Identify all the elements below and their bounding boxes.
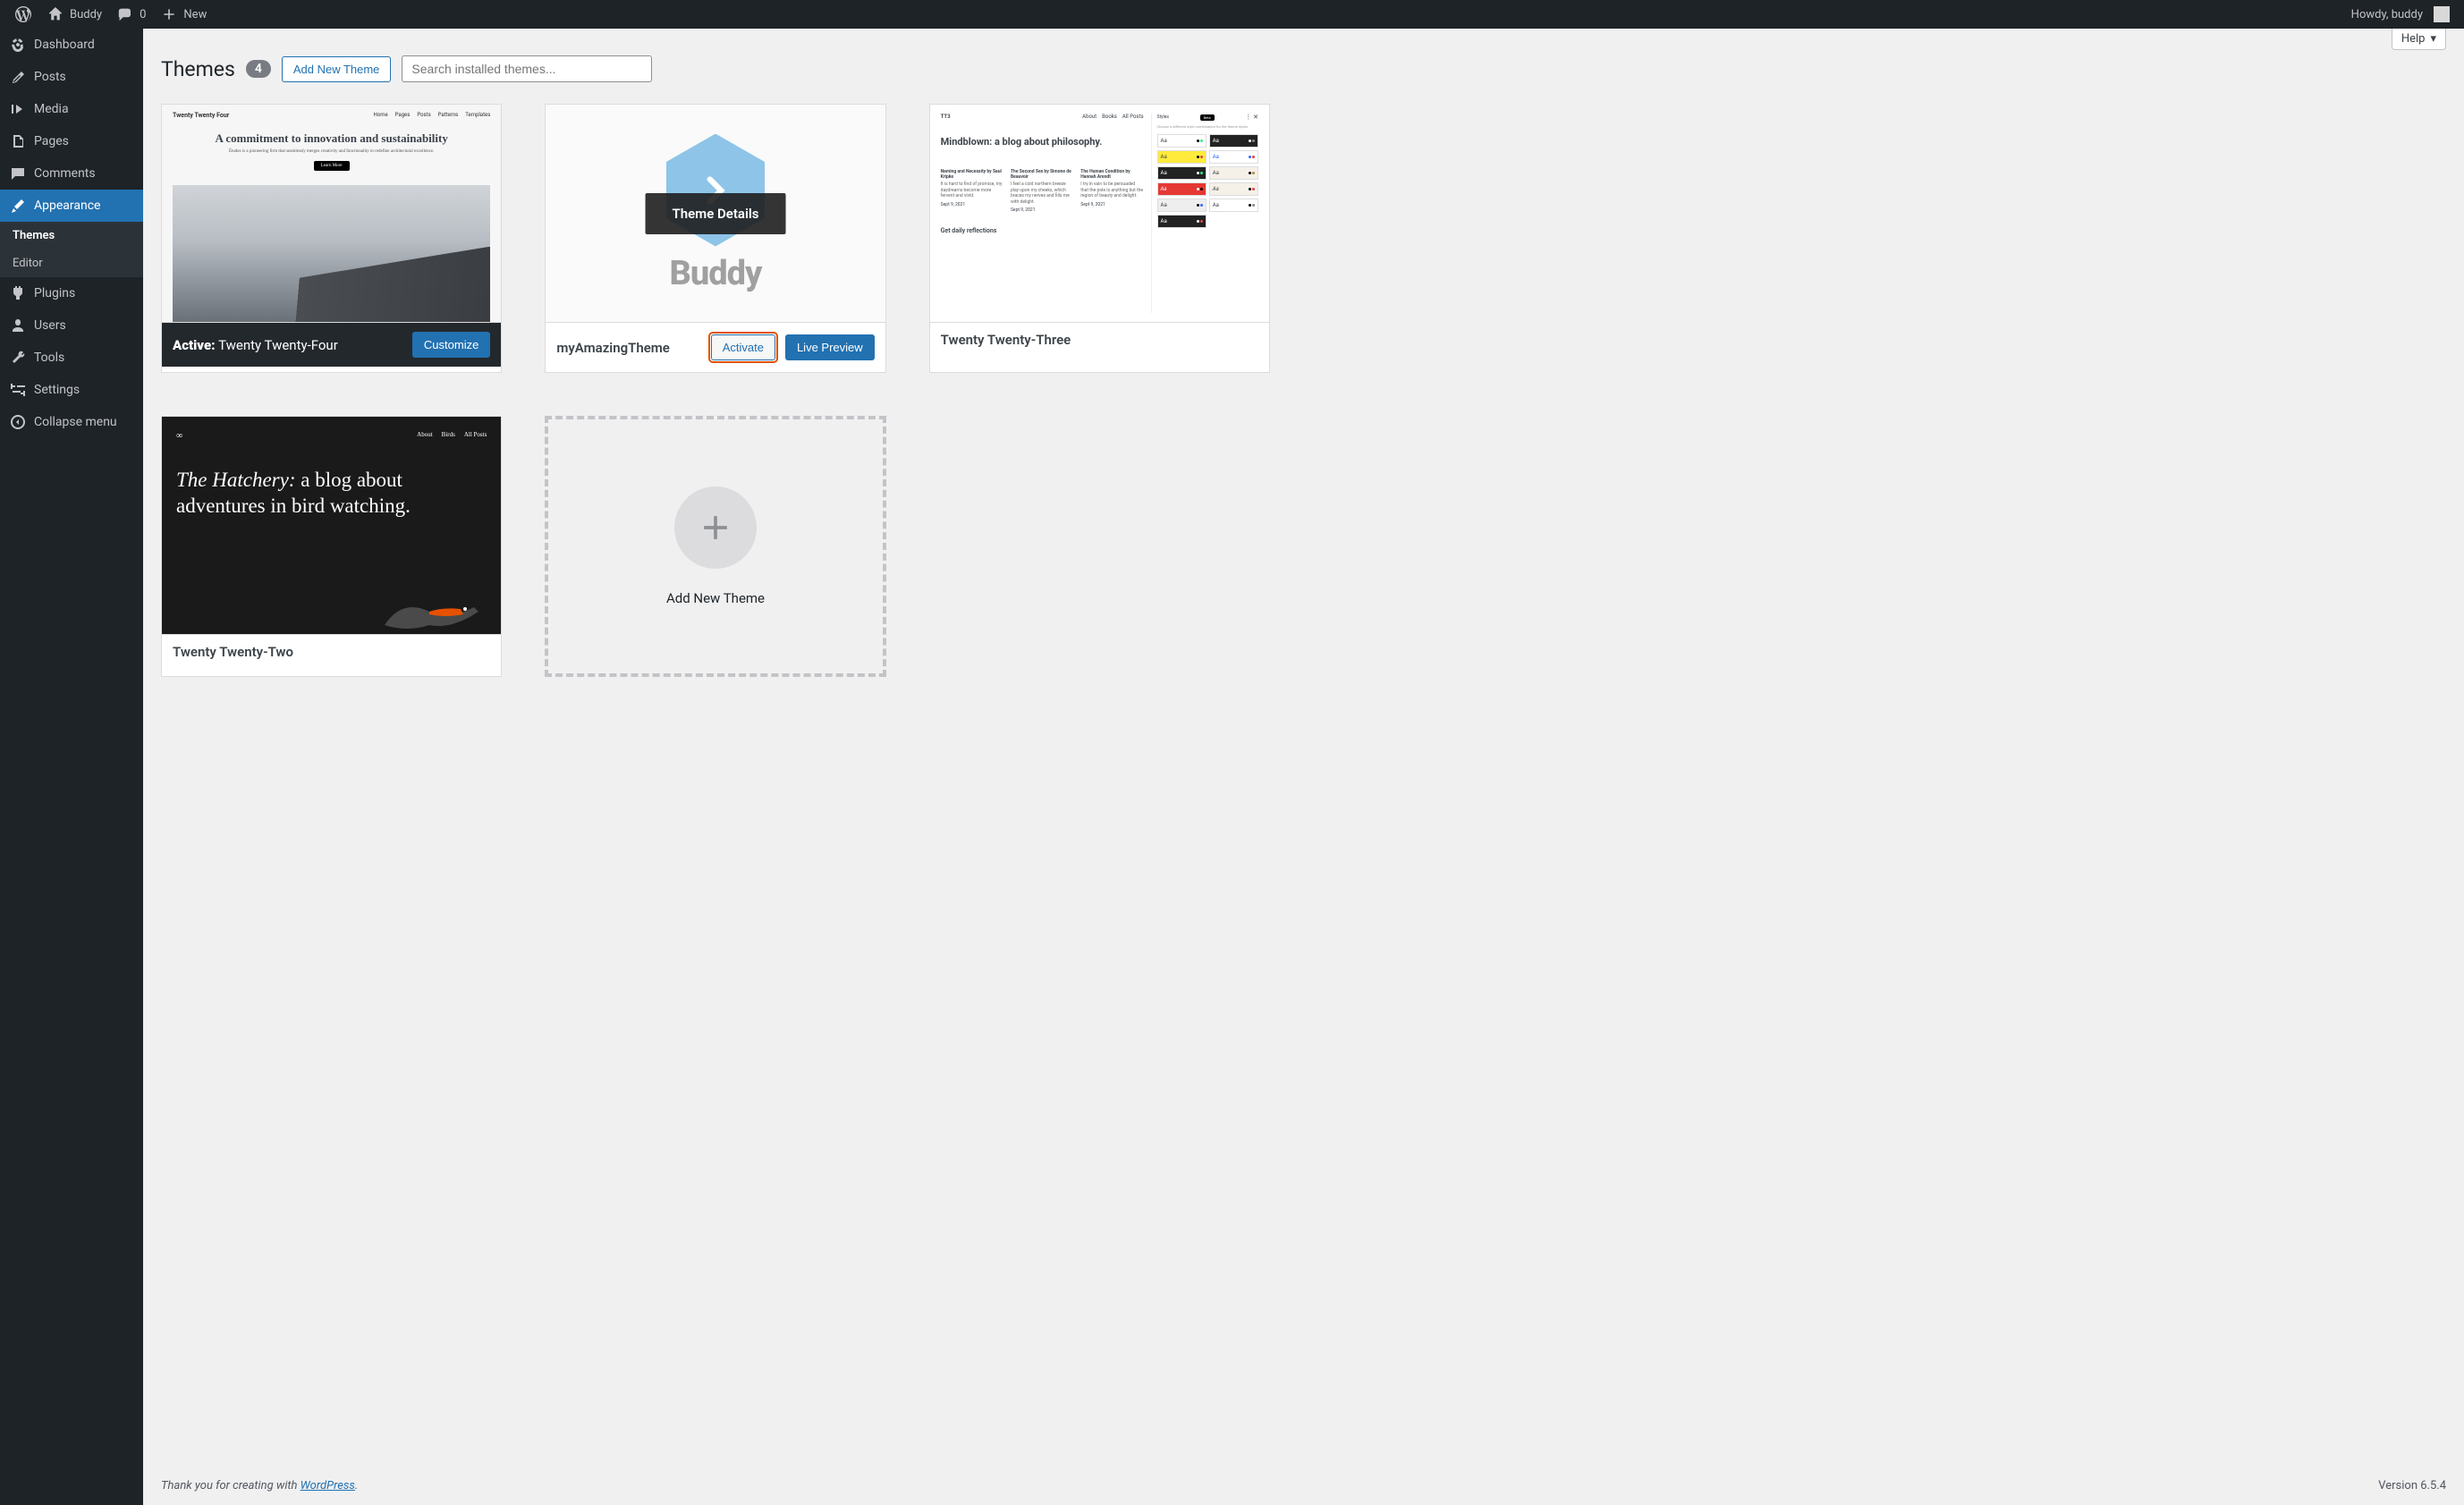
new-content-link[interactable]: New <box>153 0 214 29</box>
add-new-theme-button[interactable]: Add New Theme <box>282 56 392 82</box>
buddy-logo-text: Buddy <box>670 254 762 293</box>
sidebar-item-appearance[interactable]: Appearance <box>0 190 143 222</box>
sidebar-item-tools[interactable]: Tools <box>0 342 143 374</box>
home-icon <box>47 5 64 23</box>
sliders-icon <box>9 381 27 399</box>
chevron-down-icon: ▾ <box>2430 32 2436 46</box>
site-name-link[interactable]: Buddy <box>39 0 109 29</box>
sidebar-sub-editor[interactable]: Editor <box>0 249 143 277</box>
footer-thanks: Thank you for creating with <box>161 1479 301 1492</box>
brush-icon <box>9 197 27 215</box>
sidebar-label-dashboard: Dashboard <box>34 38 95 52</box>
sidebar-sub-themes[interactable]: Themes <box>0 222 143 249</box>
pages-icon <box>9 132 27 150</box>
sidebar-label-media: Media <box>34 102 69 116</box>
wp-logo[interactable] <box>7 0 39 29</box>
theme-name: Twenty Twenty-Two <box>173 644 293 660</box>
sidebar-label-appearance: Appearance <box>34 199 100 213</box>
activate-button[interactable]: Activate <box>711 334 775 360</box>
users-icon <box>9 317 27 334</box>
comment-icon <box>116 5 134 23</box>
active-theme-name: Active: Twenty Twenty-Four <box>173 337 338 353</box>
content-area: Help ▾ Themes 4 Add New Theme Twenty Twe… <box>143 29 2464 1505</box>
media-icon <box>9 100 27 118</box>
theme-screenshot: Twenty Twenty Four Home Pages Posts Patt… <box>162 105 501 323</box>
dashboard-icon <box>9 36 27 54</box>
theme-card-active[interactable]: Twenty Twenty Four Home Pages Posts Patt… <box>161 104 502 373</box>
customize-button[interactable]: Customize <box>412 332 490 358</box>
admin-sidebar: Dashboard Posts Media Pages Comments App… <box>0 29 143 1505</box>
sidebar-collapse[interactable]: Collapse menu <box>0 406 143 438</box>
add-circle-icon <box>674 486 757 569</box>
plus-icon <box>160 5 178 23</box>
sidebar-label-posts: Posts <box>34 70 66 84</box>
wp-footer: Thank you for creating with WordPress. V… <box>161 1479 2446 1492</box>
wrench-icon <box>9 349 27 367</box>
theme-card-tt23[interactable]: TT3 About Books All Posts Mindblown: a b… <box>929 104 1270 373</box>
theme-screenshot: TT3 About Books All Posts Mindblown: a b… <box>930 105 1269 323</box>
greeting: Howdy, buddy <box>2351 8 2423 21</box>
page-title: Themes <box>161 57 235 81</box>
collapse-icon <box>9 413 27 431</box>
new-label: New <box>183 8 207 21</box>
sidebar-item-posts[interactable]: Posts <box>0 61 143 93</box>
theme-card-myamazingtheme[interactable]: Buddy Theme Details myAmazingTheme Activ… <box>545 104 885 373</box>
sidebar-label-tools: Tools <box>34 351 64 365</box>
sidebar-label-settings: Settings <box>34 383 80 397</box>
sidebar-item-media[interactable]: Media <box>0 93 143 125</box>
theme-name: Twenty Twenty-Three <box>941 332 1071 348</box>
plugin-icon <box>9 284 27 302</box>
wordpress-icon <box>14 5 32 23</box>
live-preview-button[interactable]: Live Preview <box>785 334 875 360</box>
theme-card-tt22[interactable]: ∞ About Birds All Posts The Hatchery: a … <box>161 416 502 677</box>
help-label: Help <box>2401 32 2426 46</box>
theme-details-overlay[interactable]: Theme Details <box>646 193 786 234</box>
add-new-theme-card[interactable]: Add New Theme <box>545 416 885 677</box>
theme-screenshot: Buddy Theme Details <box>546 105 885 323</box>
help-tab[interactable]: Help ▾ <box>2392 29 2446 50</box>
sidebar-label-plugins: Plugins <box>34 286 75 300</box>
site-name: Buddy <box>70 8 102 21</box>
theme-count-badge: 4 <box>246 60 271 78</box>
avatar <box>2434 6 2450 22</box>
activate-highlight: Activate <box>708 332 778 363</box>
sidebar-item-pages[interactable]: Pages <box>0 125 143 157</box>
sidebar-item-dashboard[interactable]: Dashboard <box>0 29 143 61</box>
tt24-brand: Twenty Twenty Four <box>173 112 229 119</box>
sidebar-label-comments: Comments <box>34 166 96 181</box>
add-new-label: Add New Theme <box>666 590 765 606</box>
comments-icon <box>9 165 27 182</box>
bird-icon <box>376 589 483 634</box>
my-account-link[interactable]: Howdy, buddy <box>2344 0 2457 29</box>
sidebar-label-collapse: Collapse menu <box>34 415 117 429</box>
wordpress-link[interactable]: WordPress <box>301 1479 355 1492</box>
sidebar-item-settings[interactable]: Settings <box>0 374 143 406</box>
pin-icon <box>9 68 27 86</box>
theme-screenshot: ∞ About Birds All Posts The Hatchery: a … <box>162 417 501 635</box>
admin-bar: Buddy 0 New Howdy, buddy <box>0 0 2464 29</box>
comments-link[interactable]: 0 <box>109 0 153 29</box>
theme-name: myAmazingTheme <box>556 340 670 356</box>
sidebar-item-comments[interactable]: Comments <box>0 157 143 190</box>
sidebar-label-users: Users <box>34 318 66 333</box>
sidebar-item-users[interactable]: Users <box>0 309 143 342</box>
version-label: Version 6.5.4 <box>2378 1479 2446 1492</box>
search-input[interactable] <box>402 55 652 82</box>
sidebar-label-pages: Pages <box>34 134 69 148</box>
sidebar-item-plugins[interactable]: Plugins <box>0 277 143 309</box>
comments-count: 0 <box>140 8 146 21</box>
